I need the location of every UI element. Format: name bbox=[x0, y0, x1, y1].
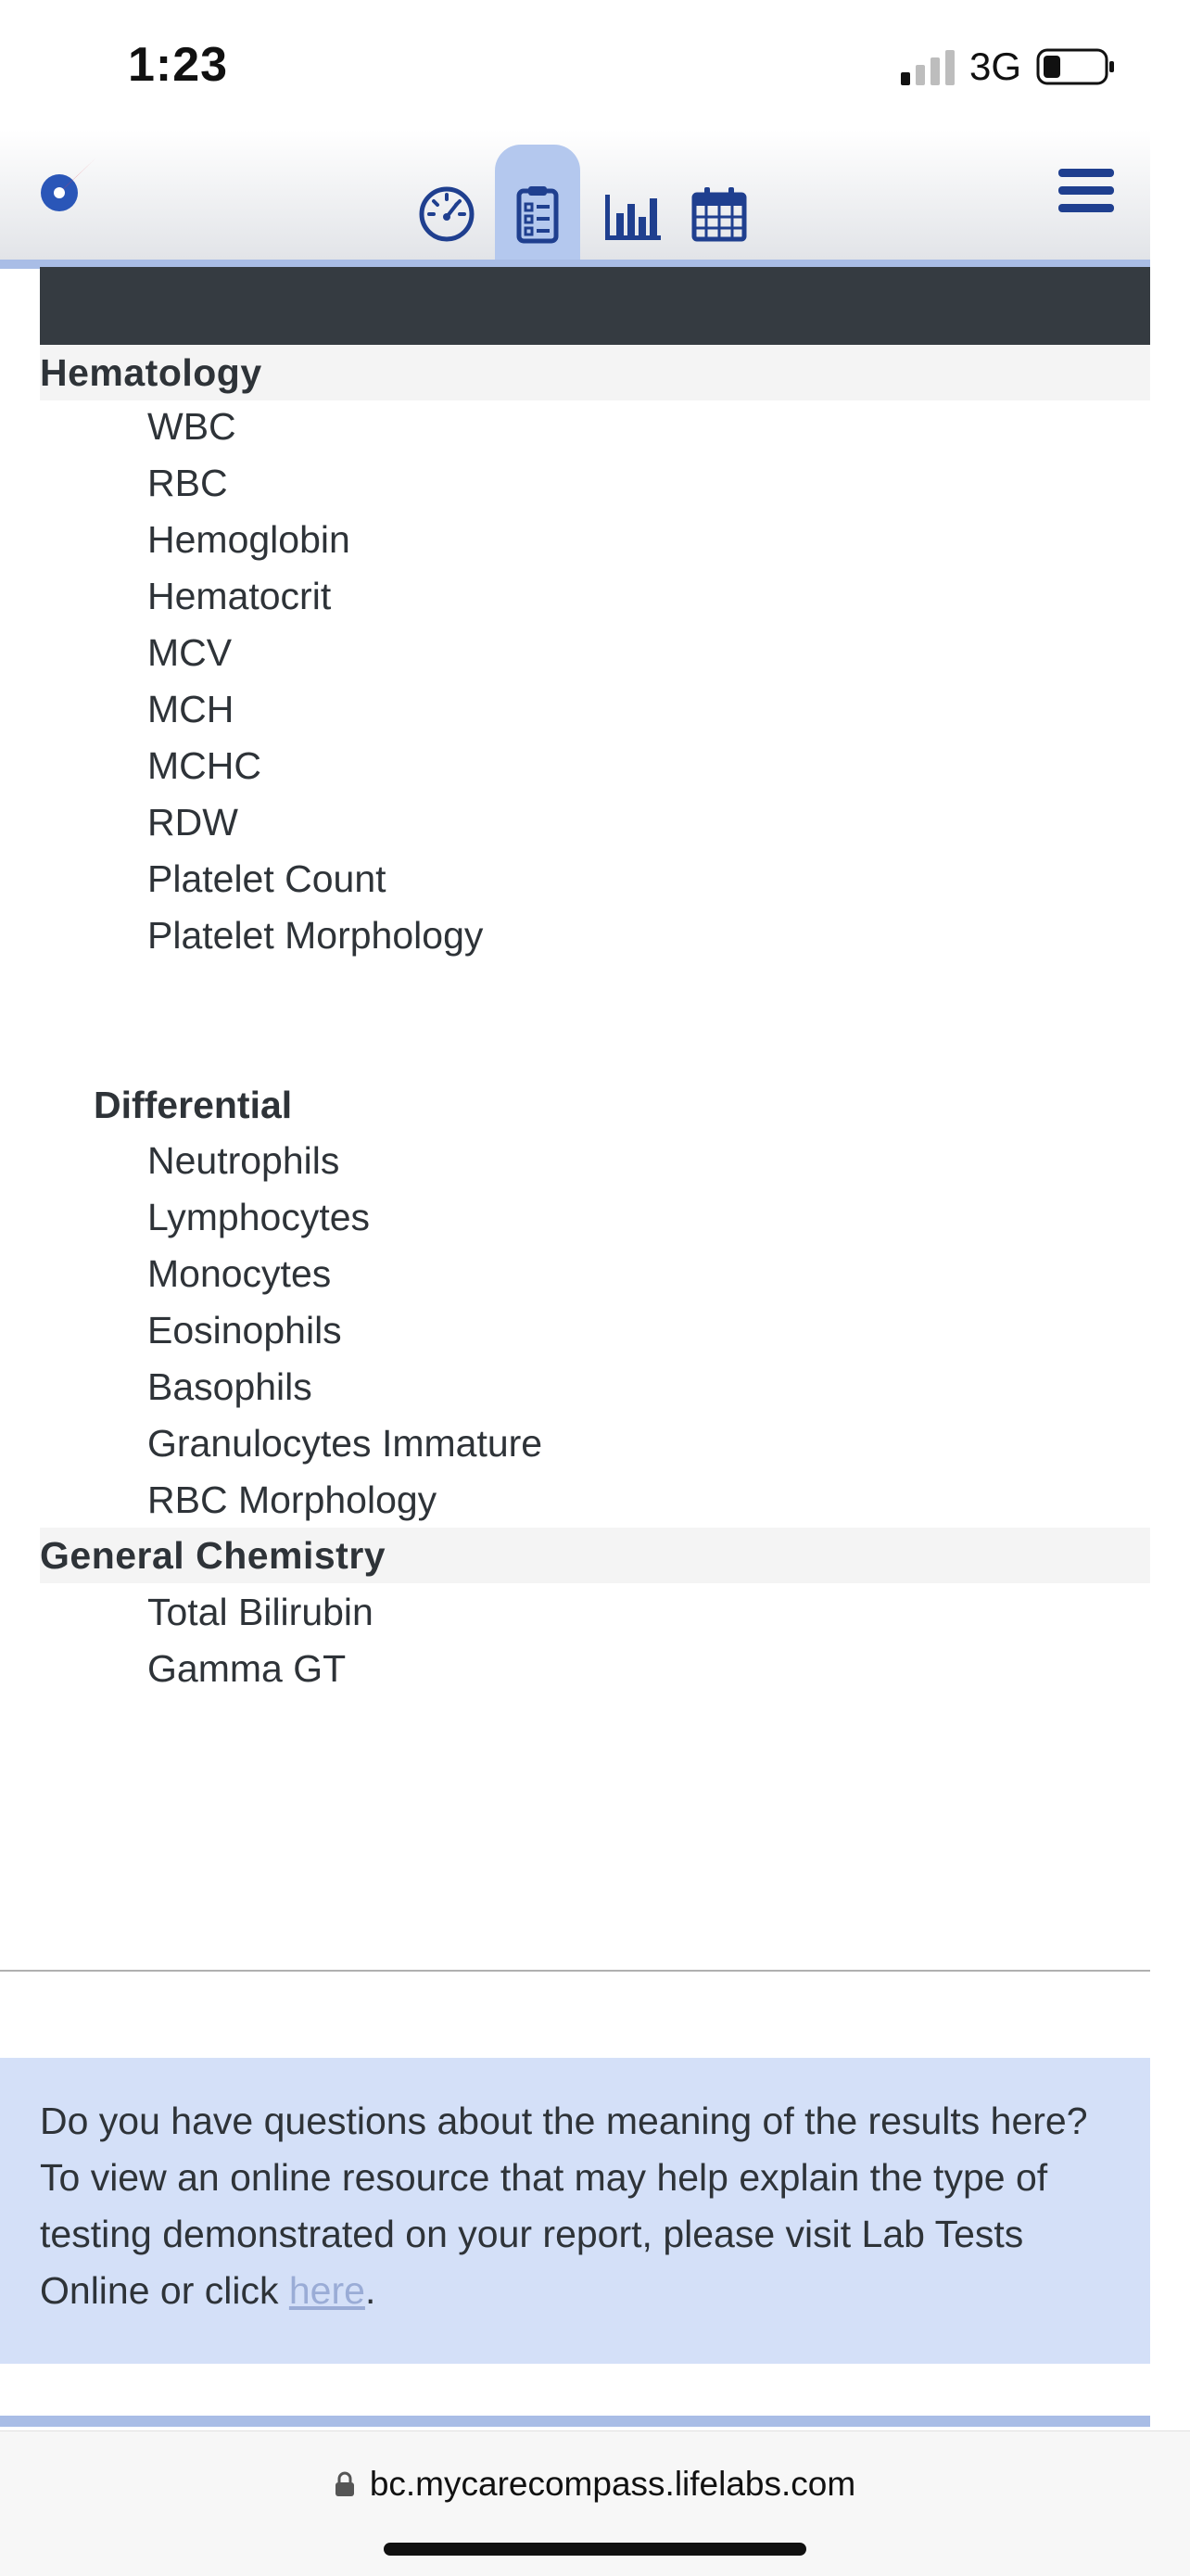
test-item[interactable]: Platelet Morphology bbox=[147, 907, 483, 963]
dashboard-gauge-icon bbox=[419, 186, 475, 242]
test-item[interactable]: Neutrophils bbox=[147, 1133, 339, 1188]
test-item[interactable]: MCHC bbox=[147, 738, 261, 793]
status-time: 1:23 bbox=[128, 38, 229, 92]
battery-icon bbox=[1036, 48, 1114, 85]
here-link[interactable]: here bbox=[289, 2269, 365, 2312]
section-header-general-chemistry: General Chemistry bbox=[40, 1528, 1150, 1583]
test-item[interactable]: RDW bbox=[147, 794, 238, 850]
test-item[interactable]: Gamma GT bbox=[147, 1641, 346, 1696]
subsection-header-differential: Differential bbox=[94, 1084, 293, 1126]
status-bar: 1:23 3G bbox=[0, 0, 1190, 130]
test-item[interactable]: Eosinophils bbox=[147, 1302, 342, 1358]
url-text[interactable]: bc.mycarecompass.lifelabs.com bbox=[370, 2465, 855, 2503]
footer-strip bbox=[0, 2416, 1150, 2427]
test-item[interactable]: Total Bilirubin bbox=[147, 1584, 373, 1640]
test-item[interactable]: Hemoglobin bbox=[147, 512, 350, 567]
divider bbox=[0, 1970, 1150, 1972]
browser-address-bar[interactable]: bc.mycarecompass.lifelabs.com bbox=[0, 2430, 1190, 2576]
test-item[interactable]: MCH bbox=[147, 681, 234, 737]
test-item[interactable]: RBC Morphology bbox=[147, 1472, 437, 1528]
app-header bbox=[0, 130, 1150, 269]
signal-icon bbox=[901, 50, 955, 85]
test-item[interactable]: MCV bbox=[147, 625, 232, 680]
tab-appointments[interactable] bbox=[677, 145, 762, 260]
test-item[interactable]: Granulocytes Immature bbox=[147, 1415, 542, 1471]
calendar-icon bbox=[691, 187, 747, 242]
info-box: Do you have questions about the meaning … bbox=[0, 2058, 1150, 2364]
report-table-header bbox=[40, 267, 1150, 349]
test-item[interactable]: Platelet Count bbox=[147, 851, 386, 907]
home-indicator[interactable] bbox=[384, 2543, 806, 2556]
section-header-hematology: Hematology bbox=[40, 345, 1150, 400]
info-text: Do you have questions about the meaning … bbox=[40, 2100, 1088, 2312]
tab-results[interactable] bbox=[495, 145, 580, 260]
bar-chart-icon bbox=[605, 195, 661, 240]
test-item[interactable]: Hematocrit bbox=[147, 568, 331, 624]
test-item[interactable]: RBC bbox=[147, 455, 228, 511]
hamburger-menu-icon[interactable] bbox=[1057, 165, 1116, 217]
network-type: 3G bbox=[969, 44, 1022, 88]
info-suffix: . bbox=[364, 2269, 376, 2312]
lock-icon bbox=[335, 2471, 354, 2496]
tab-dashboard[interactable] bbox=[404, 145, 489, 260]
tab-trends[interactable] bbox=[589, 145, 675, 260]
test-item[interactable]: WBC bbox=[147, 399, 236, 454]
test-item[interactable]: Basophils bbox=[147, 1359, 312, 1415]
url-row[interactable]: bc.mycarecompass.lifelabs.com bbox=[0, 2465, 1190, 2504]
compass-logo[interactable] bbox=[22, 152, 100, 230]
test-item[interactable]: Lymphocytes bbox=[147, 1189, 370, 1245]
clipboard-report-icon bbox=[516, 186, 559, 244]
test-item[interactable]: Monocytes bbox=[147, 1246, 331, 1301]
